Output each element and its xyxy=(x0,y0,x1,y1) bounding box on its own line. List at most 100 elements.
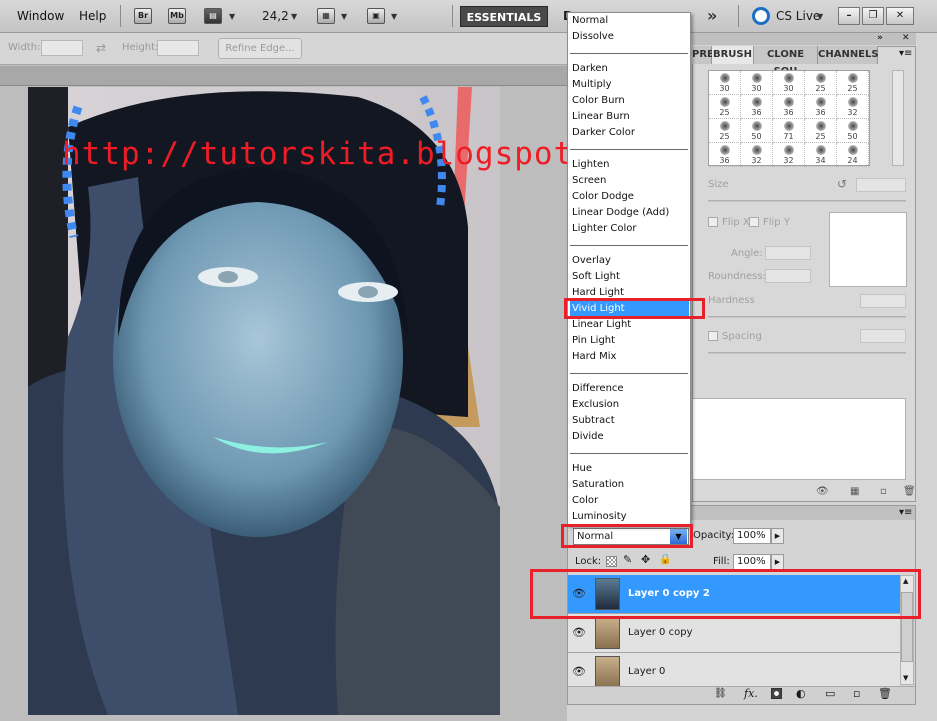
chevron-right-icon[interactable]: ▶ xyxy=(771,554,784,570)
chevron-down-icon[interactable]: ▼ xyxy=(229,12,235,21)
tab-presets[interactable]: PRE xyxy=(692,46,714,64)
blend-mode-option[interactable]: Multiply xyxy=(572,79,612,90)
add-mask-icon[interactable] xyxy=(771,688,782,699)
spacing-checkbox[interactable] xyxy=(708,331,718,341)
blend-mode-option[interactable]: Color xyxy=(572,495,598,506)
brush-preview[interactable] xyxy=(829,212,907,287)
screen-mode-icon[interactable]: ▣ xyxy=(367,8,385,24)
blend-mode-option[interactable]: Darken xyxy=(572,63,608,74)
panel-menu-icon[interactable]: ▾≡ xyxy=(899,507,912,518)
lock-label: Lock: xyxy=(575,556,602,567)
film-icon[interactable]: ▤ xyxy=(204,8,222,24)
blend-mode-option[interactable]: Screen xyxy=(572,175,606,186)
close-panel-icon[interactable]: ✕ xyxy=(902,33,910,43)
chevron-down-icon[interactable]: ▼ xyxy=(341,12,347,21)
blend-mode-option[interactable]: Color Dodge xyxy=(572,191,634,202)
close-button[interactable]: ✕ xyxy=(886,7,914,25)
brush-tip-grid[interactable]: 30 30 30 25 25 25 36 36 36 32 25 50 71 2… xyxy=(708,70,870,167)
blend-mode-option[interactable]: Hard Mix xyxy=(572,351,616,362)
blend-mode-option[interactable]: Darker Color xyxy=(572,127,635,138)
chevron-down-icon[interactable]: ▼ xyxy=(817,12,823,21)
eye-brush-icon[interactable]: 👁 xyxy=(816,486,829,497)
trash-icon[interactable]: 🗑 xyxy=(903,486,916,497)
new-preset-icon[interactable]: ▫ xyxy=(880,486,887,497)
essentials-workspace-button[interactable]: ESSENTIALS xyxy=(460,6,548,27)
blend-mode-option[interactable]: Luminosity xyxy=(572,511,627,522)
brush-grid-scrollbar[interactable] xyxy=(892,70,904,166)
scroll-down-icon[interactable]: ▼ xyxy=(903,674,908,682)
blend-mode-option[interactable]: Exclusion xyxy=(572,399,619,410)
chevron-right-icon[interactable]: ▶ xyxy=(771,528,784,544)
lock-transparency-icon[interactable] xyxy=(606,556,617,567)
visibility-eye-icon[interactable]: 👁 xyxy=(572,665,586,678)
layer-name[interactable]: Layer 0 copy xyxy=(628,627,692,638)
blend-mode-option[interactable]: Linear Dodge (Add) xyxy=(572,207,669,218)
menu-help[interactable]: Help xyxy=(79,9,106,23)
chevron-down-icon[interactable]: ▼ xyxy=(291,12,297,21)
blend-mode-option[interactable]: Normal xyxy=(572,15,608,26)
height-field[interactable] xyxy=(157,40,199,56)
blend-mode-option[interactable]: Linear Light xyxy=(572,319,631,330)
link-layers-icon[interactable]: ⛓ xyxy=(714,688,727,699)
layer-row[interactable]: 👁 Layer 0 copy xyxy=(568,614,900,653)
double-chevron-icon[interactable]: » xyxy=(707,6,717,25)
chevron-down-icon[interactable]: ▼ xyxy=(391,12,397,21)
blend-mode-option[interactable]: Overlay xyxy=(572,255,611,266)
hardness-field[interactable] xyxy=(860,294,906,308)
menu-window[interactable]: Window xyxy=(17,9,64,23)
tab-channels[interactable]: CHANNELS xyxy=(818,46,879,64)
swap-icon[interactable]: ⇄ xyxy=(96,41,106,55)
mini-bridge-button[interactable]: Mb xyxy=(168,8,186,24)
bridge-button[interactable]: Br xyxy=(134,8,152,24)
blend-mode-option[interactable]: Subtract xyxy=(572,415,615,426)
fx-icon[interactable]: fx. xyxy=(744,687,758,700)
reset-size-icon[interactable]: ↺ xyxy=(837,177,847,191)
arrange-icon[interactable]: ▦ xyxy=(317,8,335,24)
canvas-image[interactable] xyxy=(28,87,500,715)
tab-brush[interactable]: BRUSH xyxy=(712,46,754,64)
refine-edge-button[interactable]: Refine Edge... xyxy=(218,38,302,59)
new-group-icon[interactable]: ▭ xyxy=(825,687,835,700)
lock-move-icon[interactable]: ✥ xyxy=(641,553,650,566)
collapse-panel-icon[interactable]: » xyxy=(877,33,883,43)
blend-mode-option[interactable]: Soft Light xyxy=(572,271,620,282)
spacing-slider[interactable] xyxy=(708,352,906,354)
flip-y-checkbox[interactable] xyxy=(749,217,759,227)
roundness-field[interactable] xyxy=(765,269,811,283)
lock-all-icon[interactable]: 🔒 xyxy=(659,554,671,565)
layer-name[interactable]: Layer 0 xyxy=(628,666,665,677)
angle-field[interactable] xyxy=(765,246,811,260)
opacity-field[interactable]: 100% xyxy=(733,528,771,544)
panel-menu-icon[interactable]: ▾≡ xyxy=(899,48,912,59)
restore-button[interactable]: ❐ xyxy=(862,7,884,25)
adjustment-layer-icon[interactable]: ◐ xyxy=(796,687,806,700)
blend-mode-option[interactable]: Lighter Color xyxy=(572,223,637,234)
fill-field[interactable]: 100% xyxy=(733,554,771,570)
blend-mode-option[interactable]: Hue xyxy=(572,463,592,474)
hardness-slider[interactable] xyxy=(708,316,906,318)
size-field[interactable] xyxy=(856,178,906,192)
tab-clone-source[interactable]: CLONE SOU xyxy=(754,46,818,77)
blend-mode-option[interactable]: Linear Burn xyxy=(572,111,630,122)
spacing-field[interactable] xyxy=(860,329,906,343)
visibility-eye-icon[interactable]: 👁 xyxy=(572,626,586,639)
width-field[interactable] xyxy=(41,40,83,56)
blend-mode-option[interactable]: Pin Light xyxy=(572,335,615,346)
cs-live-icon[interactable] xyxy=(752,7,770,25)
lock-paint-icon[interactable]: ✎ xyxy=(623,553,632,566)
blend-mode-option[interactable]: Hard Light xyxy=(572,287,624,298)
blend-mode-option[interactable]: Saturation xyxy=(572,479,624,490)
blend-mode-option[interactable]: Lighten xyxy=(572,159,609,170)
minimize-button[interactable]: – xyxy=(838,7,860,25)
grid-icon[interactable]: ▦ xyxy=(850,486,859,497)
trash-icon[interactable]: 🗑 xyxy=(878,687,892,700)
cs-live-button[interactable]: CS Live xyxy=(776,9,820,23)
new-layer-icon[interactable]: ▫ xyxy=(853,687,860,700)
zoom-level[interactable]: 24,2 xyxy=(262,9,289,23)
blend-mode-option[interactable]: Divide xyxy=(572,431,604,442)
blend-mode-option[interactable]: Color Burn xyxy=(572,95,625,106)
blend-mode-option[interactable]: Difference xyxy=(572,383,624,394)
size-slider[interactable] xyxy=(708,200,906,202)
flip-x-checkbox[interactable] xyxy=(708,217,718,227)
blend-mode-option[interactable]: Dissolve xyxy=(572,31,614,42)
